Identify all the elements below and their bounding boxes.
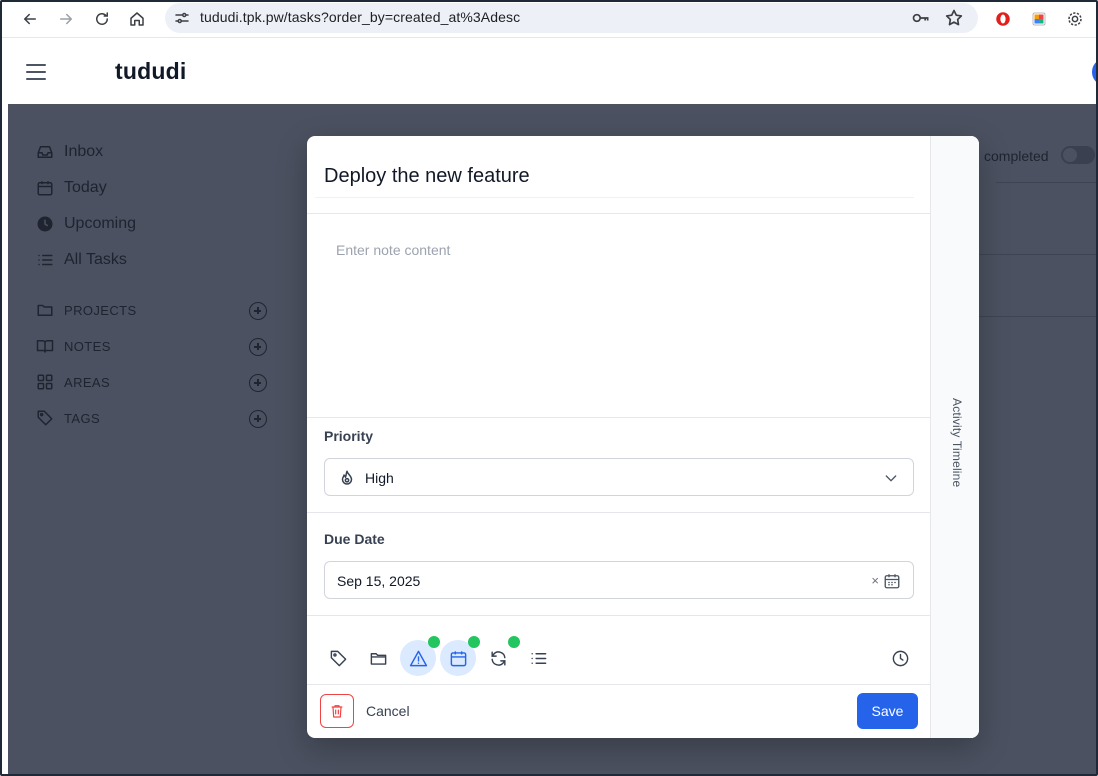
sidebar-section-label: AREAS bbox=[64, 374, 111, 390]
inbox-icon bbox=[36, 143, 54, 161]
list-icon bbox=[530, 652, 546, 664]
app-header: tududi bbox=[8, 38, 1096, 104]
divider bbox=[307, 512, 930, 513]
sidebar-section-label: PROJECTS bbox=[64, 302, 137, 318]
divider bbox=[307, 684, 930, 685]
sidebar-section-label: NOTES bbox=[64, 338, 111, 354]
home-icon[interactable] bbox=[124, 6, 150, 32]
repeat-icon bbox=[490, 650, 506, 666]
due-date-set-indicator bbox=[468, 636, 480, 648]
sidebar-section-tags[interactable]: TAGS bbox=[36, 409, 100, 427]
clear-date-button[interactable]: × bbox=[871, 573, 879, 588]
app-logo[interactable]: tududi bbox=[115, 58, 186, 85]
delete-task-button[interactable] bbox=[320, 694, 354, 728]
sidebar-section-areas[interactable]: AREAS bbox=[36, 373, 110, 391]
list-icon bbox=[36, 251, 54, 269]
sidebar-item-label: All Tasks bbox=[64, 251, 127, 268]
sidebar-item-label: Inbox bbox=[64, 143, 104, 160]
opera-extension-icon[interactable] bbox=[990, 6, 1016, 32]
sidebar-section-notes[interactable]: NOTES bbox=[36, 337, 111, 355]
sidebar-item-today[interactable]: Today bbox=[36, 179, 107, 197]
cancel-button[interactable]: Cancel bbox=[366, 703, 410, 719]
show-completed-label: completed bbox=[984, 148, 1049, 164]
site-settings-icon[interactable] bbox=[173, 9, 191, 27]
folder-icon bbox=[370, 652, 386, 665]
color-picker-extension-icon[interactable] bbox=[1026, 6, 1052, 32]
add-project-icon[interactable] bbox=[249, 302, 267, 320]
priority-value: High bbox=[365, 470, 394, 486]
show-completed-toggle[interactable] bbox=[1061, 146, 1095, 164]
due-date-value[interactable]: Sep 15, 2025 bbox=[337, 573, 420, 589]
sidebar-section-projects[interactable]: PROJECTS bbox=[36, 301, 137, 319]
task-form: Priority High Due Date Sep 15, 2025 × bbox=[307, 136, 930, 738]
browser-toolbar: tududi.tpk.pw/tasks?order_by=created_at%… bbox=[2, 2, 1096, 38]
reload-icon[interactable] bbox=[89, 6, 115, 32]
fire-icon bbox=[341, 470, 353, 485]
activity-timeline-toggle[interactable]: Activity Timeline bbox=[930, 136, 979, 738]
avatar[interactable] bbox=[1092, 60, 1096, 84]
calendar-icon bbox=[36, 179, 54, 197]
sidebar-item-label: Today bbox=[64, 179, 107, 196]
warning-icon bbox=[409, 650, 427, 666]
due-date-label: Due Date bbox=[324, 531, 385, 547]
divider bbox=[978, 254, 1096, 255]
sidebar-item-upcoming[interactable]: Upcoming bbox=[36, 215, 136, 233]
tag-icon bbox=[36, 409, 54, 427]
sidebar-item-label: Upcoming bbox=[64, 215, 137, 232]
subtasks-tool-button[interactable] bbox=[520, 640, 556, 676]
priority-set-indicator bbox=[428, 636, 440, 648]
due-date-input[interactable]: Sep 15, 2025 × bbox=[324, 561, 914, 599]
add-tag-icon[interactable] bbox=[249, 410, 267, 428]
task-edit-modal: Priority High Due Date Sep 15, 2025 × bbox=[307, 136, 979, 738]
divider bbox=[978, 316, 1096, 317]
grid-icon bbox=[36, 373, 54, 391]
clock-icon bbox=[892, 650, 908, 666]
trash-icon bbox=[331, 705, 343, 718]
priority-select[interactable]: High bbox=[324, 458, 914, 496]
note-content-input[interactable] bbox=[323, 232, 914, 402]
forward-arrow-icon[interactable] bbox=[53, 6, 79, 32]
priority-label: Priority bbox=[324, 428, 374, 444]
settings-gear-icon[interactable] bbox=[1062, 6, 1088, 32]
calendar-icon bbox=[450, 650, 466, 666]
password-key-icon[interactable] bbox=[911, 8, 931, 28]
sidebar-item-all-tasks[interactable]: All Tasks bbox=[36, 251, 127, 269]
bookmark-star-icon[interactable] bbox=[944, 8, 964, 28]
book-icon bbox=[36, 337, 54, 355]
task-title-input[interactable] bbox=[315, 156, 914, 198]
divider bbox=[307, 417, 930, 418]
divider bbox=[307, 213, 930, 214]
chevron-down-icon bbox=[885, 475, 897, 482]
browser-window: tududi.tpk.pw/tasks?order_by=created_at%… bbox=[0, 0, 1098, 776]
divider bbox=[996, 182, 1096, 183]
folder-icon bbox=[36, 301, 54, 319]
menu-toggle-icon[interactable] bbox=[26, 64, 46, 80]
add-note-icon[interactable] bbox=[249, 338, 267, 356]
tag-icon bbox=[330, 650, 346, 666]
url-text[interactable]: tududi.tpk.pw/tasks?order_by=created_at%… bbox=[200, 9, 520, 25]
address-bar[interactable]: tududi.tpk.pw/tasks?order_by=created_at%… bbox=[165, 3, 978, 33]
calendar-icon[interactable] bbox=[883, 572, 901, 590]
back-arrow-icon[interactable] bbox=[17, 6, 43, 32]
defer-tool-button[interactable] bbox=[882, 640, 918, 676]
tags-tool-button[interactable] bbox=[320, 640, 356, 676]
activity-timeline-label: Activity Timeline bbox=[950, 398, 964, 488]
recurrence-set-indicator bbox=[508, 636, 520, 648]
project-tool-button[interactable] bbox=[360, 640, 396, 676]
clock-icon bbox=[36, 215, 54, 233]
save-button[interactable]: Save bbox=[857, 693, 918, 729]
sidebar-item-inbox[interactable]: Inbox bbox=[36, 143, 103, 161]
sidebar-section-label: TAGS bbox=[64, 410, 101, 426]
add-area-icon[interactable] bbox=[249, 374, 267, 392]
divider bbox=[307, 615, 930, 616]
